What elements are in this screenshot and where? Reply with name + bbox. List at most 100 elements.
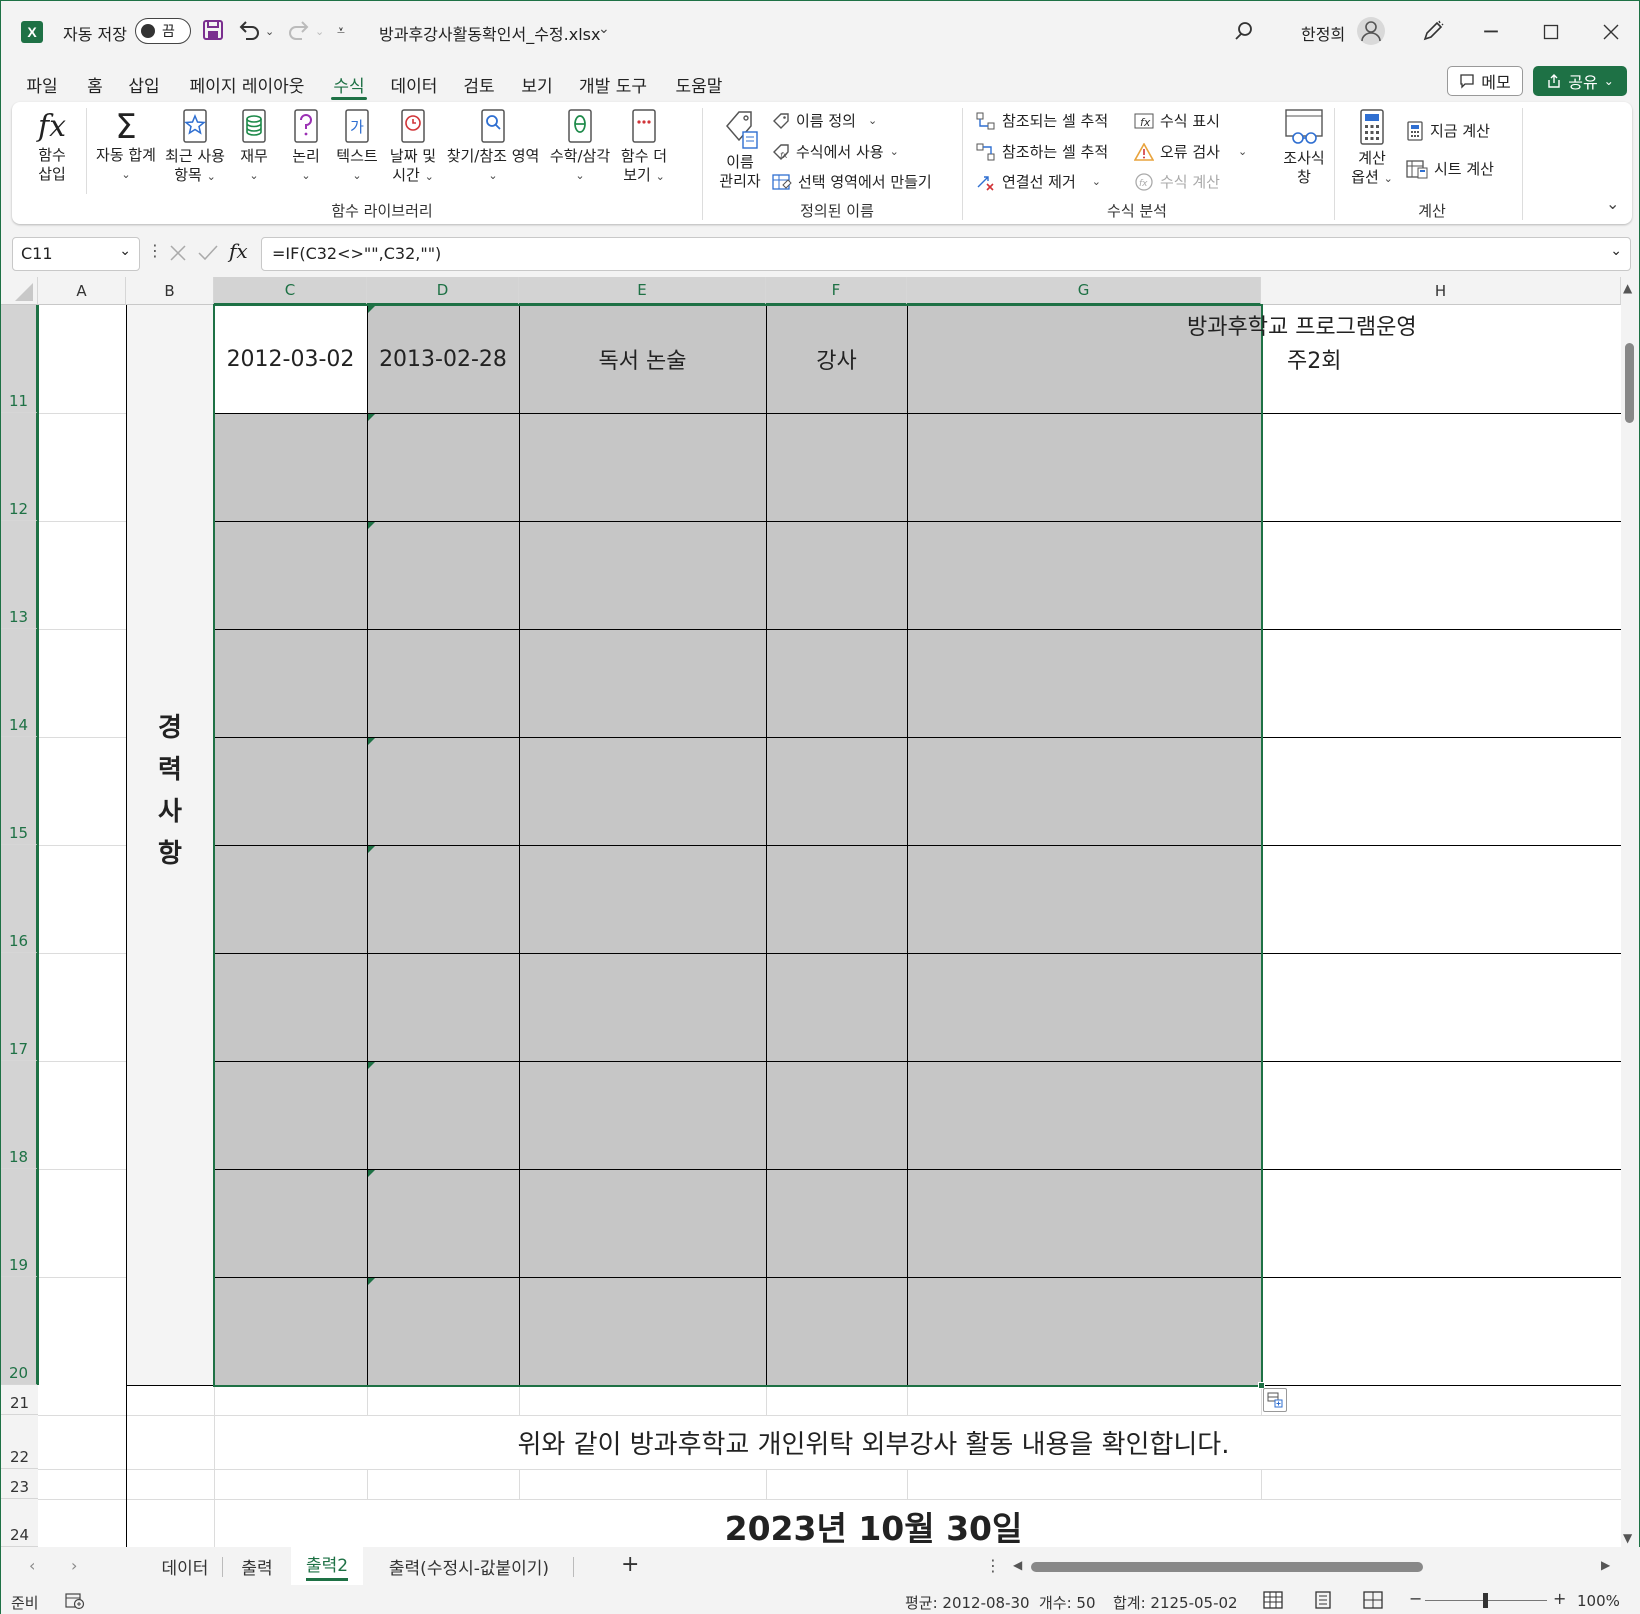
calculation-options-button[interactable]: 계산 옵션 ⌄ [1344,108,1400,188]
memo-button[interactable]: 메모 [1447,66,1523,96]
cell-h11-note-line2[interactable]: 주2회 [1287,343,1341,375]
column-header-c[interactable]: C [214,277,367,305]
sheet-tab-output-paste-values[interactable]: 출력(수정시-값붙이기) [367,1547,571,1585]
cancel-entry-icon[interactable] [168,243,188,267]
column-header-d[interactable]: D [367,277,519,305]
row-header-19[interactable]: 19 [1,1169,38,1277]
insert-function-button[interactable]: fx 함수 삽입 [28,108,76,184]
tab-developer[interactable]: 개발 도구 [575,67,651,101]
zoom-slider-thumb[interactable] [1483,1593,1488,1608]
trace-dependents-button[interactable]: 참조하는 셀 추적 [976,141,1108,162]
status-sum[interactable]: 합계: 2125-05-02 [1113,1592,1238,1613]
page-break-view-icon[interactable] [1363,1591,1383,1613]
tab-insert[interactable]: 삽입 [125,67,163,101]
calculate-sheet-button[interactable]: 시트 계산 [1406,158,1494,179]
row-header-12[interactable]: 12 [1,413,38,521]
error-indicator[interactable] [368,1278,375,1285]
tab-review[interactable]: 검토 [461,67,497,101]
scroll-up-icon[interactable]: ▲ [1623,281,1632,295]
error-checking-button[interactable]: 오류 검사 ⌄ [1134,141,1247,162]
error-indicator[interactable] [368,1062,375,1069]
avatar[interactable] [1356,16,1386,50]
issue-date[interactable]: 2023년 10월 30일 [126,1499,1621,1547]
remove-arrows-button[interactable]: 연결선 제거 ⌄ [976,171,1101,192]
column-header-h[interactable]: H [1261,277,1621,305]
error-indicator[interactable] [368,846,375,853]
more-functions-button[interactable]: 함수 더 보기 ⌄ [616,108,672,186]
row-header-15[interactable]: 15 [1,737,38,845]
share-button[interactable]: 공유 ⌄ [1533,66,1627,96]
file-name-dropdown-icon[interactable]: ⌄ [598,21,610,37]
column-header-b[interactable]: B [126,277,214,305]
sheet-tab-output[interactable]: 출력 [225,1547,289,1585]
accessibility-icon[interactable] [65,1592,85,1614]
horizontal-scroll-thumb[interactable] [1031,1562,1423,1572]
use-in-formula-button[interactable]: fx 수식에서 사용 ⌄ [772,141,899,162]
logical-button[interactable]: 논리 ⌄ [286,108,326,185]
error-indicator[interactable] [368,414,375,421]
normal-view-icon[interactable] [1263,1591,1283,1613]
cell-c11-start-date[interactable]: 2012-03-02 [214,305,367,413]
calculate-now-button[interactable]: 지금 계산 [1406,120,1490,141]
row-header-16[interactable]: 16 [1,845,38,953]
tab-home[interactable]: 홈 [83,67,107,101]
create-from-selection-button[interactable]: 선택 영역에서 만들기 [772,171,932,192]
show-formulas-button[interactable]: fx 수식 표시 [1134,110,1220,131]
formula-bar-more-icon[interactable]: ⋮ [147,241,163,260]
lookup-reference-button[interactable]: 찾기/참조 영역 ⌄ [442,108,544,185]
minimize-button[interactable]: ─ [1471,12,1511,52]
column-header-g[interactable]: G [907,277,1261,305]
error-indicator[interactable] [368,1170,375,1177]
row-header-18[interactable]: 18 [1,1061,38,1169]
select-all-corner[interactable] [1,277,38,305]
tab-help[interactable]: 도움말 [673,67,725,101]
row-header-17[interactable]: 17 [1,953,38,1061]
tab-formulas[interactable]: 수식 [331,67,367,101]
page-layout-view-icon[interactable] [1313,1591,1333,1613]
tab-split-handle-icon[interactable]: ⋮ [985,1556,1001,1575]
row-header-14[interactable]: 14 [1,629,38,737]
sheet-tab-output2[interactable]: 출력2 [291,1547,363,1585]
undo-dropdown-icon[interactable]: ⌄ [265,25,274,38]
worksheet-grid[interactable]: A B C D E F G H 11 12 13 14 15 16 17 18 … [1,277,1621,1547]
scroll-left-icon[interactable]: ◀ [1013,1558,1022,1572]
autosum-button[interactable]: Σ 자동 합계 ⌄ [92,108,160,184]
expand-formula-bar-icon[interactable]: ⌄ [1610,243,1622,259]
status-average[interactable]: 평균: 2012-08-30 [905,1592,1030,1613]
add-sheet-icon[interactable]: + [621,1552,639,1577]
tab-page-layout[interactable]: 페이지 레이아웃 [183,67,311,101]
close-button[interactable] [1591,12,1631,52]
row-header-21[interactable]: 21 [1,1385,38,1415]
insert-function-fx-icon[interactable]: fx [229,239,248,263]
file-name[interactable]: 방과후강사활동확인서_수정.xlsx [379,21,600,45]
date-time-button[interactable]: 날짜 및 시간 ⌄ [386,108,440,186]
row-header-20[interactable]: 20 [1,1277,38,1385]
search-icon[interactable] [1233,20,1255,46]
column-header-a[interactable]: A [38,277,126,305]
maximize-button[interactable] [1531,12,1571,52]
scroll-right-icon[interactable]: ▶ [1601,1558,1610,1572]
cell-h11-note-line1[interactable]: 방과후학교 프로그램운영 [1187,309,1417,341]
column-header-e[interactable]: E [519,277,766,305]
watch-window-button[interactable]: 조사식 창 [1276,108,1332,187]
trace-precedents-button[interactable]: 참조되는 셀 추적 [976,110,1108,131]
name-manager-button[interactable]: 이름 관리자 [712,108,768,191]
name-box[interactable]: C11 ⌄ [12,237,140,271]
error-indicator[interactable] [368,738,375,745]
next-sheet-icon[interactable]: › [71,1556,77,1575]
confirm-statement[interactable]: 위와 같이 방과후학교 개인위탁 외부강사 활동 내용을 확인합니다. [126,1415,1621,1469]
autosave-toggle[interactable]: 끔 [135,18,191,44]
prev-sheet-icon[interactable]: ‹ [29,1556,35,1575]
row-header-13[interactable]: 13 [1,521,38,629]
row-header-11[interactable]: 11 [1,305,38,413]
error-indicator[interactable] [368,522,375,529]
row-header-23[interactable]: 23 [1,1469,38,1499]
undo-icon[interactable] [237,19,261,45]
formula-input[interactable]: =IF(C32<>"",C32,"") ⌄ [261,237,1631,271]
text-functions-button[interactable]: 가 텍스트 ⌄ [332,108,382,185]
collapse-ribbon-icon[interactable]: ⌄ [1606,194,1619,213]
designer-pen-icon[interactable] [1421,19,1445,47]
scroll-down-icon[interactable]: ▼ [1623,1531,1632,1545]
row-header-22[interactable]: 22 [1,1415,38,1469]
status-count[interactable]: 개수: 50 [1039,1592,1096,1613]
